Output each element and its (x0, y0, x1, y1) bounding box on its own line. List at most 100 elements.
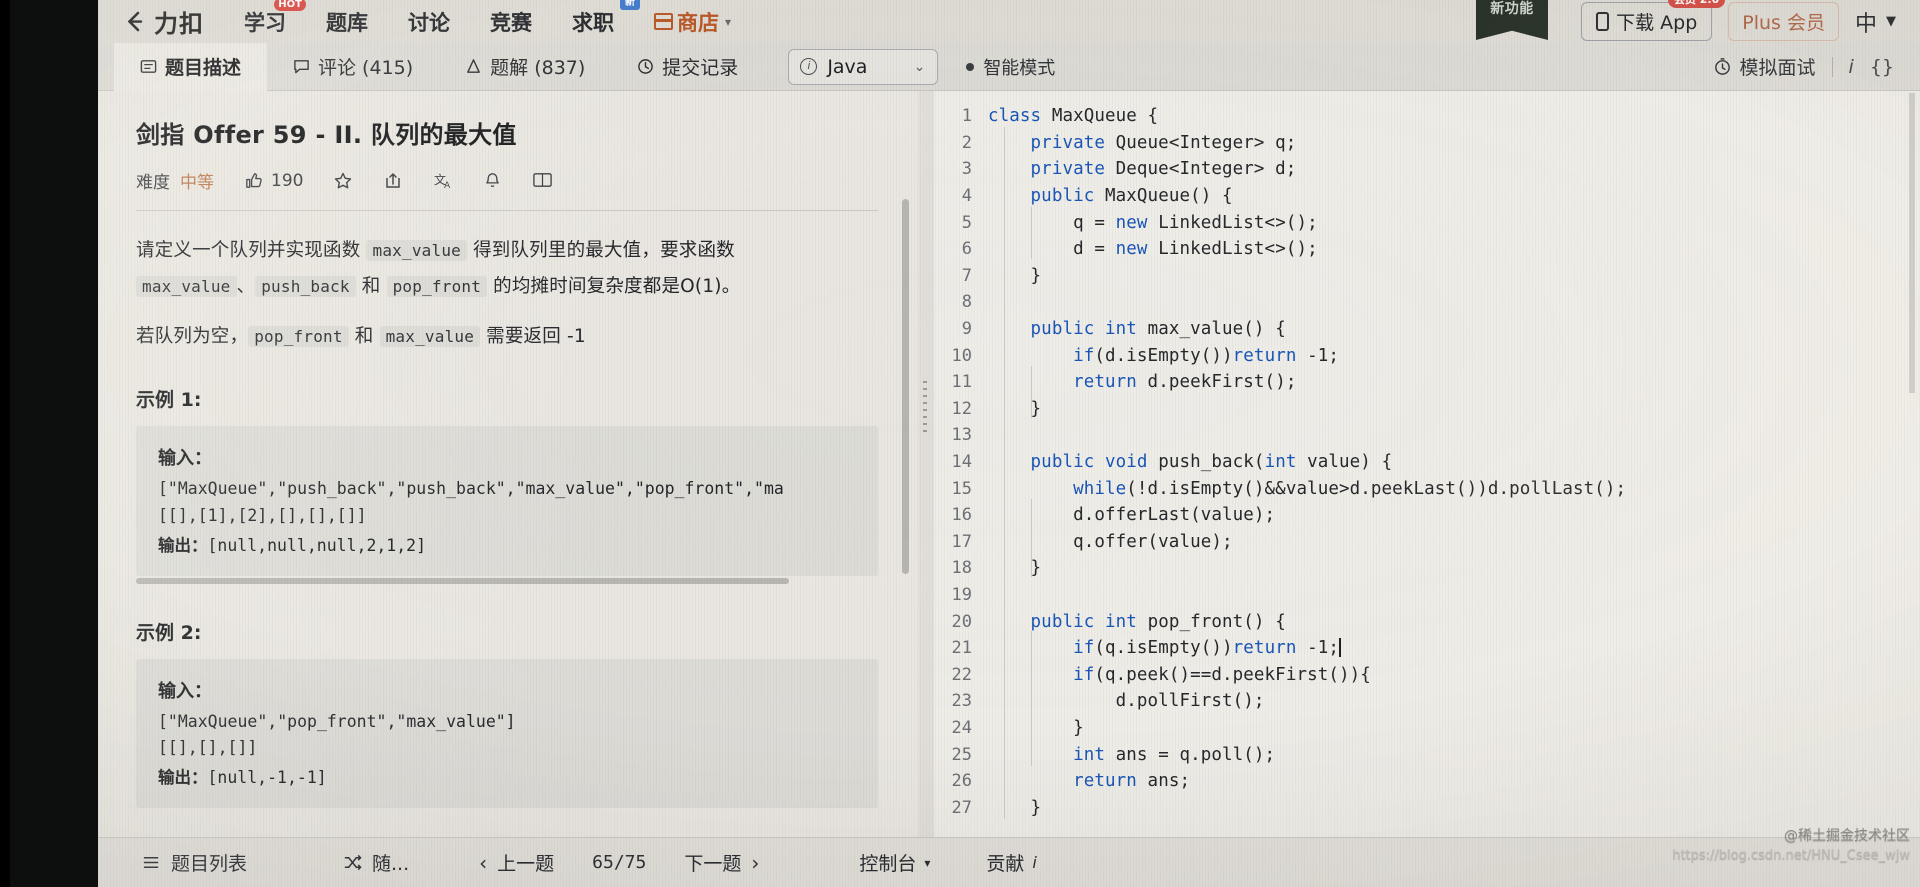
example-input-line-2: [[],[1],[2],[],[],[]] (158, 505, 367, 525)
code-line[interactable]: 3 private Deque<Integer> d; (934, 156, 1920, 183)
feedback-button[interactable] (532, 170, 553, 191)
browser-viewport: 力扣 学习 HOT 题库 讨论 竞赛 求职 新 商店 ▾ 新功能 下载 App … (98, 0, 1920, 887)
indent-guide (1031, 499, 1032, 577)
output-value: [null,null,null,2,1,2] (207, 535, 427, 555)
mock-interview-button[interactable]: 模拟面试 (1713, 53, 1816, 80)
leetcode-brand[interactable]: 力扣 (120, 4, 204, 39)
line-number: 10 (951, 345, 972, 366)
line-number: 20 (951, 611, 972, 632)
code-line[interactable]: 1 class MaxQueue { (934, 103, 1920, 130)
example-block: 输入： ["MaxQueue","push_back","push_back",… (136, 426, 878, 584)
code-line[interactable]: 10 if(d.isEmpty())return -1; (934, 342, 1920, 369)
hot-badge: HOT (274, 0, 306, 11)
notification-button[interactable] (483, 171, 502, 190)
code-line[interactable]: 18 } (934, 555, 1920, 582)
code-line[interactable]: 5 q = new LinkedList<>(); (934, 209, 1920, 236)
pane-divider[interactable] (918, 91, 934, 837)
code-line[interactable]: 19 (934, 582, 1920, 609)
clock-icon (638, 59, 654, 74)
plus-membership-button[interactable]: Plus 会员 (1728, 2, 1839, 41)
code-editor[interactable]: 1 class MaxQueue {2 private Queue<Integer… (934, 91, 1920, 837)
chevron-down-icon: ▾ (725, 14, 732, 29)
next-problem-button[interactable]: 下一题 › (664, 846, 779, 880)
problem-list-button[interactable]: 题目列表 (122, 846, 267, 880)
console-button[interactable]: 控制台 ▾ (859, 849, 930, 876)
tab-comments[interactable]: 评论 (415) (267, 43, 439, 91)
code-line[interactable]: 11 return d.peekFirst(); (934, 369, 1920, 396)
code-line[interactable]: 21 if(q.isEmpty())return -1; (934, 635, 1920, 662)
status-dot-icon (966, 62, 975, 71)
code-line[interactable]: 17 q.offer(value); (934, 529, 1920, 556)
prev-problem-button[interactable]: ‹ 上一题 (459, 846, 574, 880)
code-text: public int max_value() { (1030, 319, 1286, 340)
code-line[interactable]: 6 d = new LinkedList<>(); (934, 236, 1920, 263)
new-feature-ribbon: 新功能 (1476, 0, 1548, 40)
code-line[interactable]: 2 private Queue<Integer> q; (934, 130, 1920, 157)
line-number: 5 (961, 212, 972, 233)
input-label: 输入： (158, 680, 212, 702)
code-text: public int pop_front() { (1030, 611, 1286, 632)
example-input-line-1: ["MaxQueue","pop_front","max_value"] (158, 711, 516, 731)
contribute-button[interactable]: 贡献 i (986, 849, 1036, 876)
tab-description[interactable]: 题目描述 (114, 42, 268, 91)
nav-item-discuss[interactable]: 讨论 (408, 7, 450, 37)
nav-item-study[interactable]: 学习 HOT (244, 0, 306, 37)
horizontal-scrollbar[interactable] (136, 577, 789, 584)
desc-text: 的均摊时间复杂度都是O(1)。 (487, 276, 741, 298)
vertical-scrollbar[interactable] (902, 199, 909, 574)
code-line[interactable]: 27 } (934, 794, 1920, 821)
code-line[interactable]: 4 public MaxQueue() { (934, 183, 1920, 210)
code-line[interactable]: 26 return ans; (934, 768, 1920, 795)
editor-scrollbar[interactable] (1909, 93, 1915, 393)
code-line[interactable]: 7 } (934, 263, 1920, 290)
code-line[interactable]: 20 public int pop_front() { (934, 608, 1920, 635)
desc-text: 需要返回 -1 (480, 326, 586, 348)
like-button[interactable]: 190 (244, 171, 303, 191)
nav-item-shop[interactable]: 商店 ▾ (653, 7, 732, 37)
smart-mode-toggle[interactable]: 智能模式 (966, 54, 1055, 80)
bottom-toolbar: 题目列表 随... ‹ 上一题 65/75 下一题 › 控制台 ▾ 贡献 i (98, 837, 1920, 887)
indent-guide (1004, 127, 1005, 819)
code-line[interactable]: 13 (934, 422, 1920, 449)
code-line[interactable]: 8 (934, 289, 1920, 316)
download-app-button[interactable]: 下载 App 会员 2.0 (1581, 0, 1726, 41)
code-line[interactable]: 25 int ans = q.poll(); (934, 741, 1920, 768)
language-switcher[interactable]: 中 ▼ (1855, 6, 1896, 38)
code-line[interactable]: 12 } (934, 396, 1920, 423)
translate-button[interactable]: 文 A (433, 171, 453, 191)
code-line[interactable]: 16 d.offerLast(value); (934, 502, 1920, 529)
code-line[interactable]: 24 } (934, 715, 1920, 742)
info-icon: i (1032, 853, 1037, 872)
code-line[interactable]: 14 public void push_back(int value) { (934, 449, 1920, 476)
nav-item-jobs[interactable]: 求职 新 (572, 0, 640, 37)
nav-item-problems[interactable]: 题库 (326, 7, 368, 37)
tab-solutions[interactable]: 题解 (837) (439, 43, 611, 91)
code-text: if(d.isEmpty())return -1; (1073, 345, 1340, 366)
code-text: return d.peekFirst(); (1073, 372, 1297, 393)
line-number: 24 (951, 717, 972, 738)
code-line[interactable]: 23 d.pollFirst(); (934, 688, 1920, 715)
info-icon[interactable]: i (1849, 56, 1854, 78)
code-line[interactable]: 15 while(!d.isEmpty()&&value>d.peekLast(… (934, 475, 1920, 502)
brand-label: 力扣 (154, 10, 204, 38)
nav-item-contest[interactable]: 竞赛 (490, 7, 532, 37)
tab-submissions[interactable]: 提交记录 (611, 43, 764, 91)
code-line[interactable]: 22 if(q.peek()==d.peekFirst()){ (934, 661, 1920, 688)
braces-icon[interactable]: {} (1870, 56, 1894, 78)
line-number: 4 (961, 186, 972, 207)
random-problem-button[interactable]: 随... (323, 846, 429, 880)
leetcode-logo-icon (120, 7, 150, 37)
shuffle-icon (344, 854, 362, 871)
line-number: 15 (951, 478, 972, 499)
language-select[interactable]: i Java ⌄ (788, 48, 939, 85)
code-text: private Queue<Integer> q; (1030, 132, 1297, 153)
favorite-button[interactable] (333, 171, 353, 191)
share-button[interactable] (383, 171, 403, 191)
desc-text: 和 (348, 326, 380, 348)
example-heading: 示例 2: (136, 621, 202, 644)
code-line[interactable]: 9 public int max_value() { (934, 316, 1920, 343)
output-value: [null,-1,-1] (207, 768, 327, 788)
line-number: 9 (961, 319, 972, 340)
star-icon (335, 172, 352, 188)
line-number: 7 (961, 265, 972, 286)
